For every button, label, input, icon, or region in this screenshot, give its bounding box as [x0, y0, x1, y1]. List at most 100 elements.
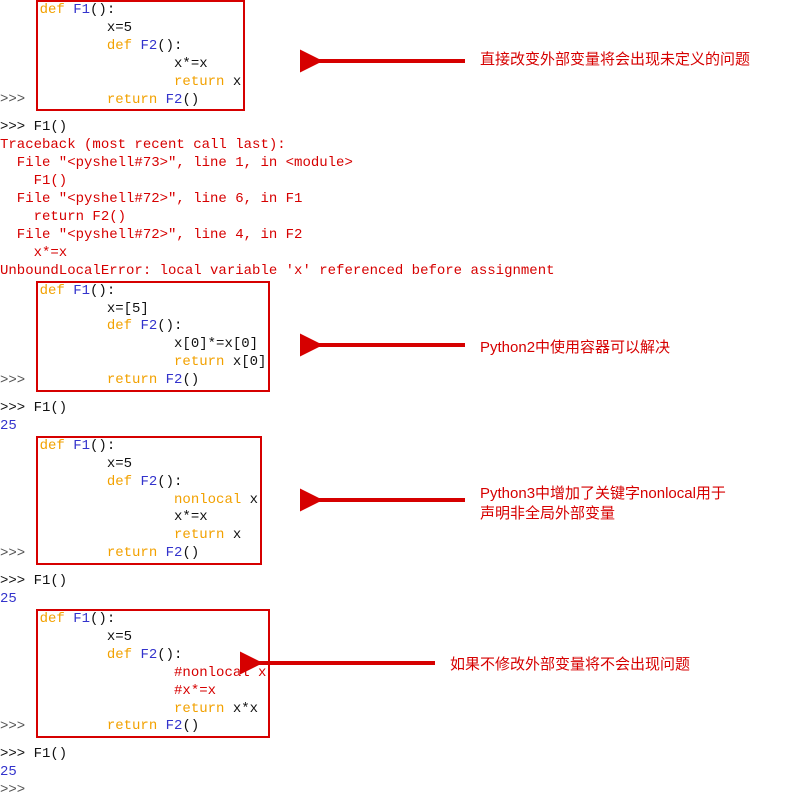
- annotation-2: Python2中使用容器可以解决: [480, 338, 670, 358]
- indent: [40, 474, 107, 490]
- kw-def: def: [107, 38, 141, 54]
- output-line: 25: [0, 418, 809, 436]
- indent: [40, 92, 107, 108]
- punct: (): [182, 545, 199, 561]
- indent: [40, 647, 107, 663]
- punct: (): [182, 92, 199, 108]
- annotation-3: Python3中增加了关键字nonlocal用于 声明非全局外部变量: [480, 484, 726, 525]
- fn-name: F2: [166, 545, 183, 561]
- kw-def: def: [107, 318, 141, 334]
- punct: ():: [90, 2, 115, 18]
- prompt: >>>: [0, 92, 34, 108]
- fn-name: F1: [73, 438, 90, 454]
- indent: [40, 545, 107, 561]
- tb-line: Traceback (most recent call last):: [0, 137, 809, 155]
- traceback: Traceback (most recent call last): File …: [0, 137, 809, 280]
- tb-line: x*=x: [0, 245, 809, 263]
- indent: [40, 74, 174, 90]
- arrow-icon: [300, 485, 470, 515]
- codebox-2: def F1(): x=[5] def F2(): x[0]*=x[0] ret…: [36, 281, 271, 392]
- call-line: >>> F1(): [0, 573, 809, 591]
- punct: (): [182, 718, 199, 734]
- fn-name: F2: [140, 647, 157, 663]
- expr: x: [233, 74, 241, 90]
- call-line: >>> F1(): [0, 400, 809, 418]
- expr: x*x: [233, 701, 258, 717]
- tb-line: UnboundLocalError: local variable 'x' re…: [0, 263, 809, 281]
- code-line: x*=x: [40, 509, 208, 525]
- codebox-3: def F1(): x=5 def F2(): nonlocal x x*=x …: [36, 436, 262, 565]
- arrow-icon: [240, 648, 440, 678]
- kw-return: return: [107, 545, 166, 561]
- tail-prompt: >>>: [0, 782, 809, 800]
- kw-def: def: [107, 474, 141, 490]
- indent: [40, 683, 174, 699]
- code-line: x=5: [40, 629, 132, 645]
- annotation-3-line1: Python3中增加了关键字nonlocal用于: [480, 484, 726, 504]
- fn-name: F2: [166, 718, 183, 734]
- punct: ():: [157, 474, 182, 490]
- punct: ():: [90, 611, 115, 627]
- prompt: >>>: [0, 372, 34, 388]
- call-line: >>> F1(): [0, 119, 809, 137]
- kw-def: def: [107, 647, 141, 663]
- indent: [40, 701, 174, 717]
- output-line: 25: [0, 764, 809, 782]
- code-line: x=[5]: [40, 301, 149, 317]
- punct: ():: [157, 38, 182, 54]
- arrow-icon: [300, 46, 470, 76]
- call-line: >>> F1(): [0, 746, 809, 764]
- kw-nonlocal: nonlocal: [174, 492, 250, 508]
- indent: [40, 665, 174, 681]
- kw-def: def: [40, 2, 74, 18]
- kw-def: def: [40, 438, 74, 454]
- kw-return: return: [174, 354, 233, 370]
- annotation-4: 如果不修改外部变量将不会出现问题: [450, 655, 690, 675]
- tb-line: File "<pyshell#72>", line 6, in F1: [0, 191, 809, 209]
- kw-def: def: [40, 283, 74, 299]
- expr: x[0]: [233, 354, 267, 370]
- kw-def: def: [40, 611, 74, 627]
- punct: ():: [157, 647, 182, 663]
- indent: [40, 492, 174, 508]
- tb-line: F1(): [0, 173, 809, 191]
- punct: ():: [90, 283, 115, 299]
- fn-name: F2: [166, 372, 183, 388]
- indent: [40, 38, 107, 54]
- code-line: x=5: [40, 456, 132, 472]
- kw-return: return: [107, 372, 166, 388]
- arrow-icon: [300, 330, 470, 360]
- indent: [40, 718, 107, 734]
- fn-name: F2: [166, 92, 183, 108]
- fn-name: F1: [73, 283, 90, 299]
- fn-name: F2: [140, 318, 157, 334]
- kw-return: return: [174, 527, 233, 543]
- indent: [40, 372, 107, 388]
- code-line: x[0]*=x[0]: [40, 336, 258, 352]
- kw-return: return: [107, 718, 166, 734]
- code-line: x*=x: [40, 56, 208, 72]
- annotation-1: 直接改变外部变量将会出现未定义的问题: [480, 50, 750, 70]
- punct: ():: [90, 438, 115, 454]
- code-line: x=5: [40, 20, 132, 36]
- fn-name: F1: [73, 2, 90, 18]
- tb-line: return F2(): [0, 209, 809, 227]
- indent: [40, 318, 107, 334]
- codebox-4: def F1(): x=5 def F2(): #nonlocal x #x*=…: [36, 609, 271, 738]
- indent: [40, 354, 174, 370]
- indent: [40, 527, 174, 543]
- annotation-3-line2: 声明非全局外部变量: [480, 504, 726, 524]
- punct: (): [182, 372, 199, 388]
- tb-line: File "<pyshell#73>", line 1, in <module>: [0, 155, 809, 173]
- kw-return: return: [174, 701, 233, 717]
- codebox-1: def F1(): x=5 def F2(): x*=x return x re…: [36, 0, 246, 111]
- punct: ():: [157, 318, 182, 334]
- expr: x: [250, 492, 258, 508]
- output-line: 25: [0, 591, 809, 609]
- fn-name: F2: [140, 474, 157, 490]
- kw-return: return: [107, 92, 166, 108]
- comment-line: #x*=x: [174, 683, 216, 699]
- kw-return: return: [174, 74, 233, 90]
- expr: x: [233, 527, 241, 543]
- prompt: >>>: [0, 545, 34, 561]
